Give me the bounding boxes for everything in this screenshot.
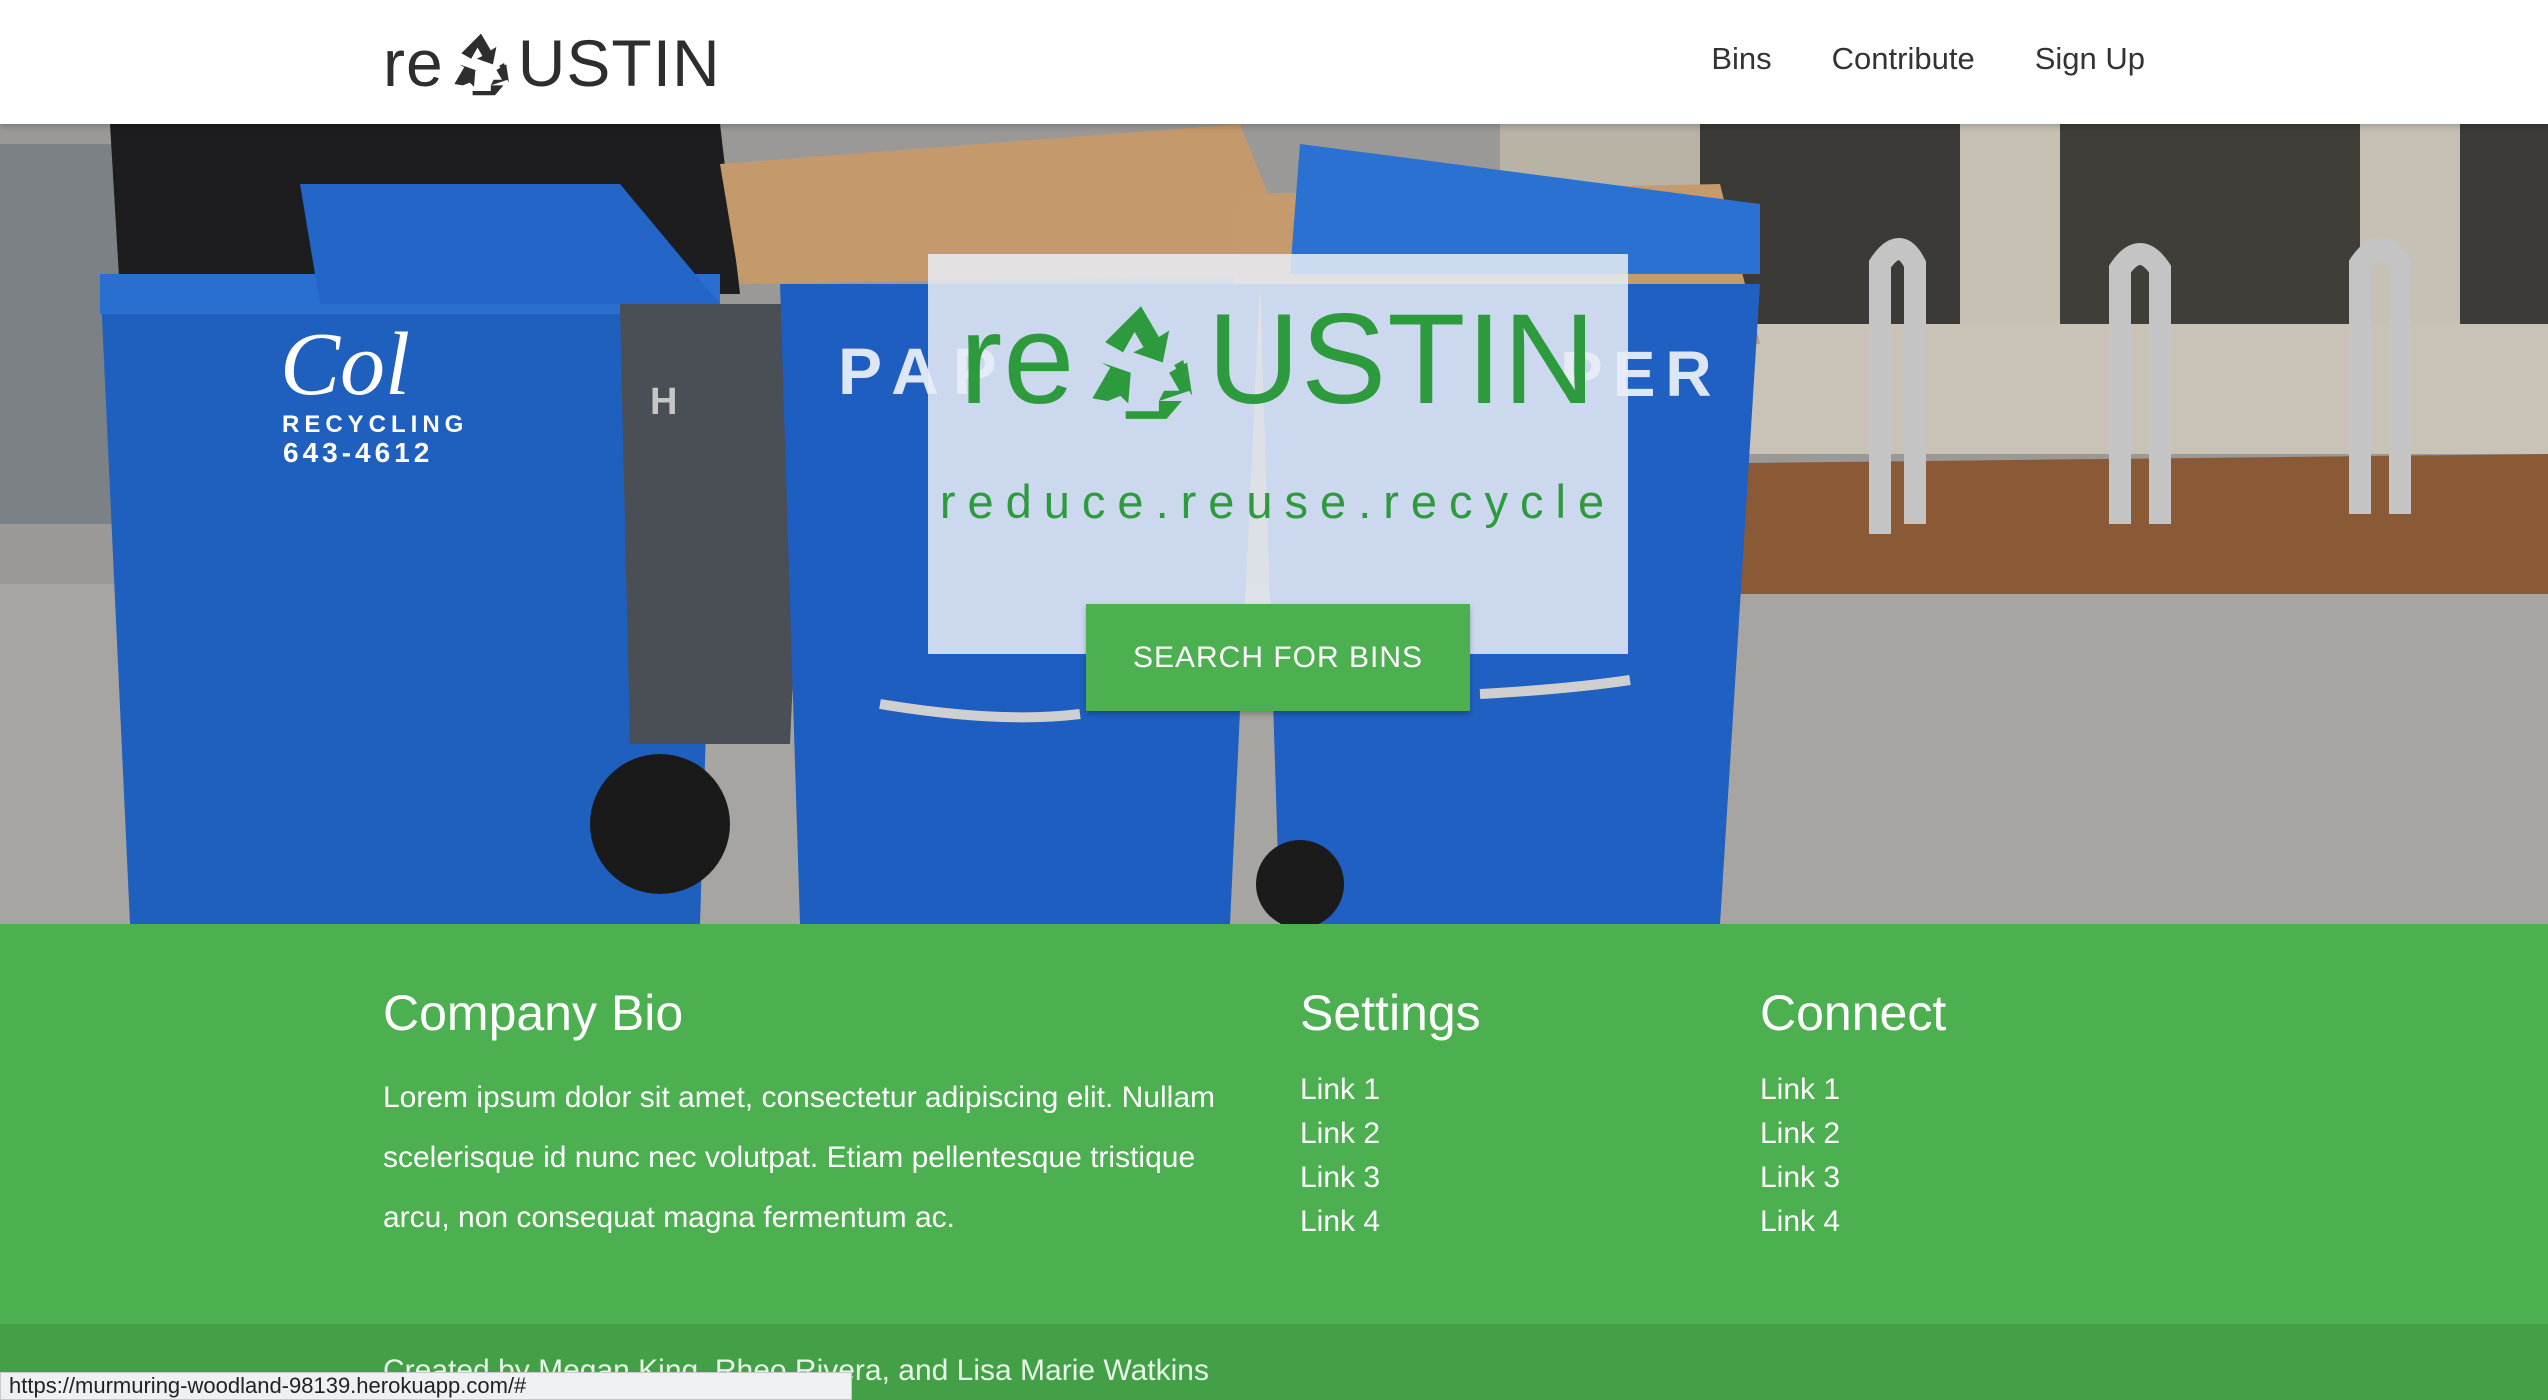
footer-bio: Company Bio Lorem ipsum dolor sit amet, … — [383, 984, 1263, 1248]
bio-heading: Company Bio — [383, 985, 684, 1041]
connect-link-1[interactable]: Link 1 — [1760, 1068, 1946, 1112]
browser-status-bar: https://murmuring-woodland-98139.herokua… — [0, 1372, 852, 1400]
bin-side-letter: H — [650, 381, 677, 423]
brand-prefix: re — [383, 26, 444, 100]
connect-link-3[interactable]: Link 3 — [1760, 1156, 1946, 1200]
bin-company-text: RECYCLING — [282, 411, 468, 438]
connect-link-2[interactable]: Link 2 — [1760, 1112, 1946, 1156]
hero-tagline: reduce.reuse.recycle — [939, 475, 1617, 528]
nav-contribute[interactable]: Contribute — [1832, 41, 1975, 77]
settings-heading: Settings — [1300, 985, 1481, 1041]
recycle-icon — [454, 33, 509, 96]
bin-brand-text: Col — [280, 315, 410, 414]
bin-phone-text: 643-4612 — [283, 437, 433, 468]
navbar: re USTIN Bins Contribute Sign Up — [0, 0, 2548, 124]
footer: Company Bio Lorem ipsum dolor sit amet, … — [0, 924, 2548, 1324]
hero-title: re USTIN — [928, 296, 1628, 424]
settings-link-1[interactable]: Link 1 — [1300, 1068, 1481, 1112]
brand-logo[interactable]: re USTIN — [383, 18, 721, 108]
settings-link-3[interactable]: Link 3 — [1300, 1156, 1481, 1200]
brand-suffix: USTIN — [517, 26, 721, 100]
footer-connect: Connect Link 1 Link 2 Link 3 Link 4 — [1760, 984, 1946, 1244]
nav-bins[interactable]: Bins — [1711, 41, 1771, 77]
settings-link-4[interactable]: Link 4 — [1300, 1200, 1481, 1244]
nav-links: Bins Contribute Sign Up — [1711, 0, 2145, 118]
search-bins-button[interactable]: SEARCH FOR BINS — [1086, 604, 1470, 711]
footer-settings: Settings Link 1 Link 2 Link 3 Link 4 — [1300, 984, 1481, 1244]
connect-link-4[interactable]: Link 4 — [1760, 1200, 1946, 1244]
nav-sign-up[interactable]: Sign Up — [2035, 41, 2145, 77]
hero-section: Col RECYCLING 643-4612 PAP PER H re USTI… — [0, 124, 2548, 924]
bio-text: Lorem ipsum dolor sit amet, consectetur … — [383, 1081, 1216, 1234]
hero-recycle-icon — [1092, 306, 1193, 419]
hero-title-prefix: re — [959, 288, 1076, 431]
hero-title-suffix: USTIN — [1207, 288, 1597, 431]
hero-logo-panel: re USTIN — [928, 254, 1628, 654]
settings-link-2[interactable]: Link 2 — [1300, 1112, 1481, 1156]
connect-heading: Connect — [1760, 985, 1947, 1041]
